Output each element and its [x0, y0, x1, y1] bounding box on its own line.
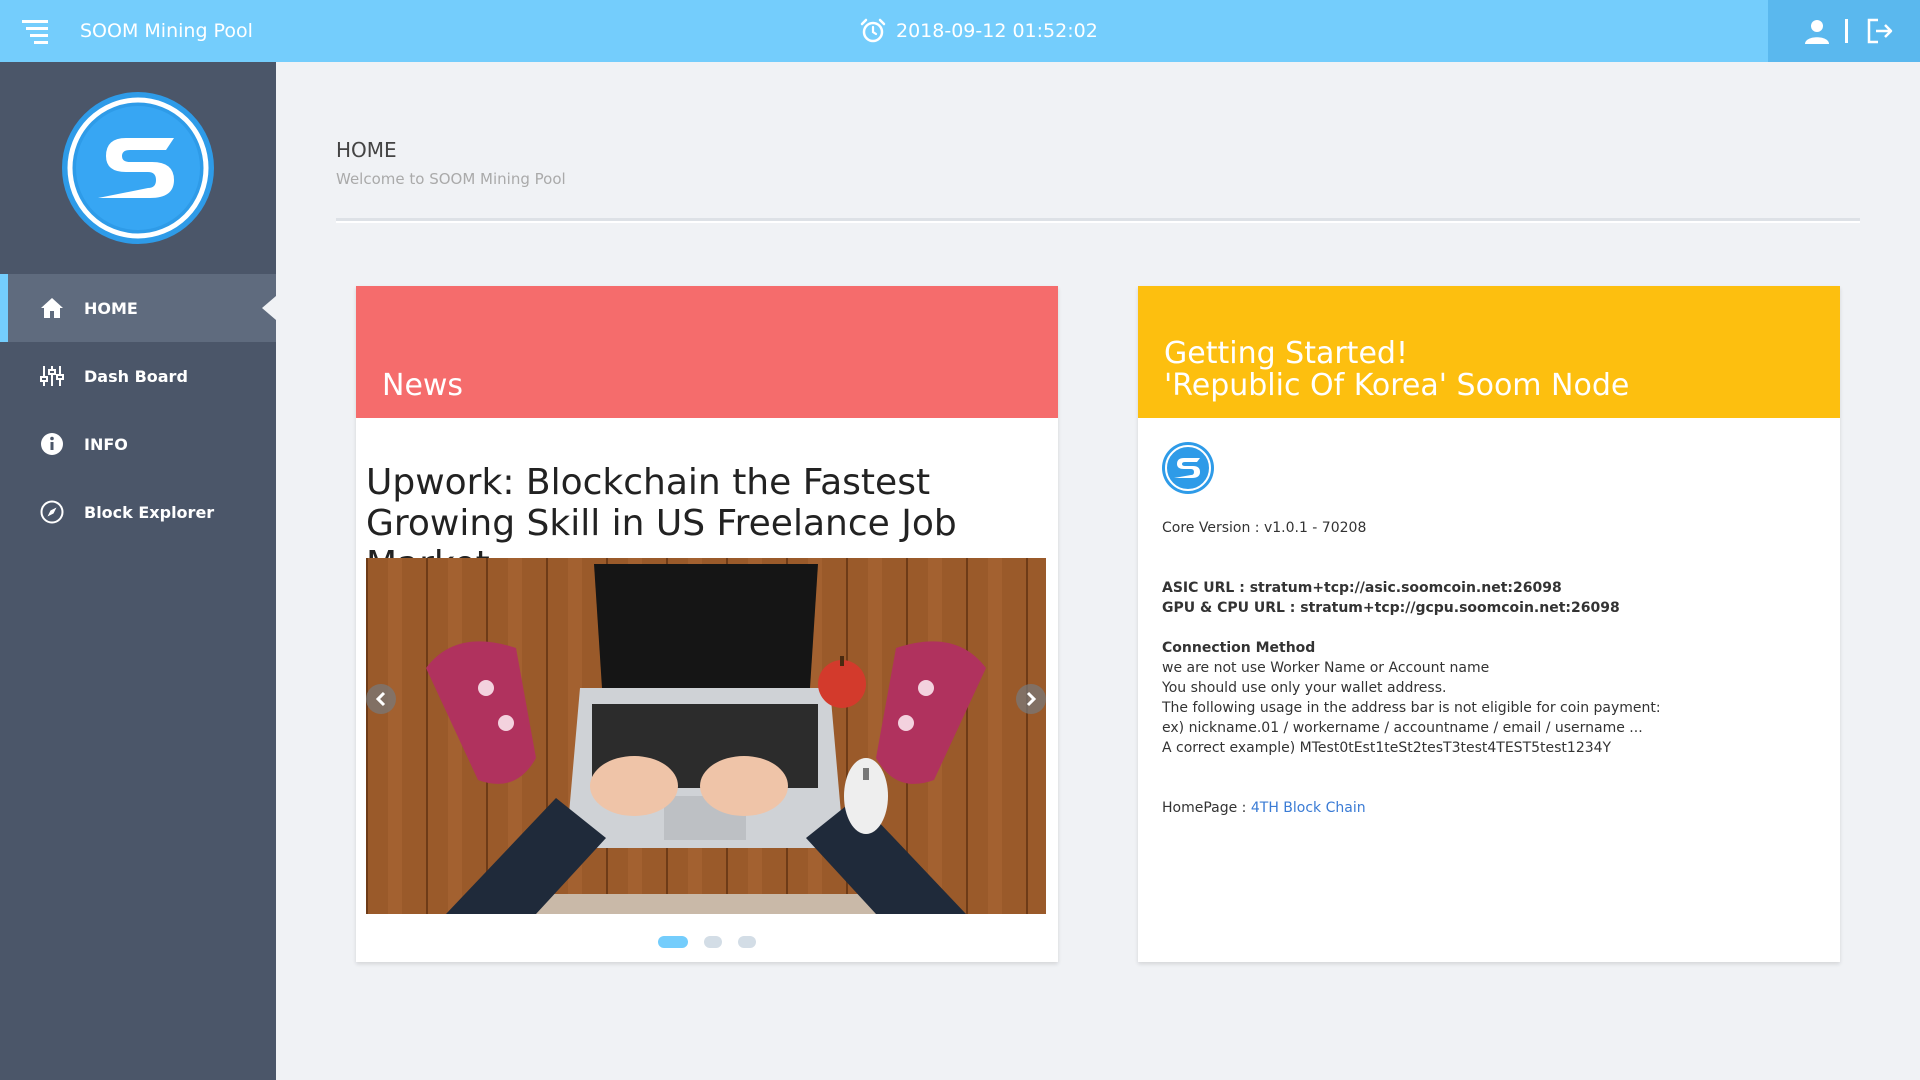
connection-note-5: A correct example) MTest0tEst1teSt2tesT3…: [1162, 740, 1612, 756]
carousel-pagination: [658, 936, 756, 948]
news-image: [366, 558, 1046, 914]
soom-coin-logo: [1162, 442, 1214, 494]
getting-started-title-line1: Getting Started!: [1164, 336, 1408, 371]
sidebar-item-info[interactable]: INFO: [0, 410, 276, 478]
getting-started-header: Getting Started! 'Republic Of Korea' Soo…: [1138, 286, 1840, 418]
news-card-title: News: [382, 368, 464, 403]
chevron-left-icon: [375, 691, 386, 707]
news-card-header: News: [356, 286, 1058, 418]
logout-icon[interactable]: [1866, 18, 1894, 44]
homepage-link[interactable]: 4TH Block Chain: [1251, 800, 1366, 816]
sidebar-item-home[interactable]: HOME: [0, 274, 276, 342]
asic-url: ASIC URL : stratum+tcp://asic.soomcoin.n…: [1162, 580, 1562, 596]
carousel-next-button[interactable]: [1016, 684, 1046, 714]
sidebar-item-block-explorer[interactable]: Block Explorer: [0, 478, 276, 546]
sidebar-item-label: Block Explorer: [84, 502, 215, 522]
page-subtitle: Welcome to SOOM Mining Pool: [336, 170, 566, 188]
homepage-label: HomePage :: [1162, 800, 1251, 816]
news-card: News Upwork: Blockchain the Fastest Grow…: [356, 286, 1058, 962]
carousel-dot[interactable]: [704, 936, 722, 948]
top-bar-actions: [1768, 0, 1920, 62]
divider: [1845, 19, 1848, 43]
core-version: Core Version : v1.0.1 - 70208: [1162, 520, 1367, 536]
getting-started-title-line2: 'Republic Of Korea' Soom Node: [1164, 368, 1630, 403]
page-title: HOME: [336, 138, 397, 162]
sidebar-item-label: HOME: [84, 298, 138, 318]
sidebar-nav: HOME Dash Board INFO Block Explorer: [0, 274, 276, 546]
menu-icon[interactable]: [22, 18, 50, 44]
getting-started-title: Getting Started! 'Republic Of Korea' Soo…: [1164, 338, 1629, 402]
connection-note-3: The following usage in the address bar i…: [1162, 700, 1661, 716]
homepage-row: HomePage : 4TH Block Chain: [1162, 800, 1366, 816]
chevron-right-icon: [1026, 691, 1037, 707]
sidebar: HOME Dash Board INFO Block Explorer: [0, 62, 276, 1080]
home-icon: [38, 294, 66, 322]
news-carousel[interactable]: [366, 558, 1046, 914]
connection-note-2: You should use only your wallet address.: [1162, 680, 1447, 696]
compass-icon: [38, 498, 66, 526]
user-icon[interactable]: [1804, 18, 1830, 44]
connection-note-4: ex) nickname.01 / workername / accountna…: [1162, 720, 1643, 736]
connection-note-1: we are not use Worker Name or Account na…: [1162, 660, 1490, 676]
info-icon: [38, 430, 66, 458]
gpu-cpu-url: GPU & CPU URL : stratum+tcp://gcpu.soomc…: [1162, 600, 1620, 616]
carousel-prev-button[interactable]: [366, 684, 396, 714]
sidebar-item-dashboard[interactable]: Dash Board: [0, 342, 276, 410]
app-title: SOOM Mining Pool: [80, 20, 253, 42]
header-divider: [336, 218, 1860, 223]
current-datetime: 2018-09-12 01:52:02: [896, 20, 1098, 42]
soom-logo[interactable]: [62, 92, 214, 244]
alarm-clock-icon: [860, 18, 886, 43]
top-bar: SOOM Mining Pool 2018-09-12 01:52:02: [0, 0, 1920, 62]
connection-method-title: Connection Method: [1162, 640, 1316, 656]
carousel-dot[interactable]: [658, 936, 688, 948]
carousel-dot[interactable]: [738, 936, 756, 948]
sidebar-item-label: Dash Board: [84, 366, 188, 386]
sidebar-item-label: INFO: [84, 434, 128, 454]
getting-started-card: Getting Started! 'Republic Of Korea' Soo…: [1138, 286, 1840, 962]
sliders-icon: [38, 362, 66, 390]
